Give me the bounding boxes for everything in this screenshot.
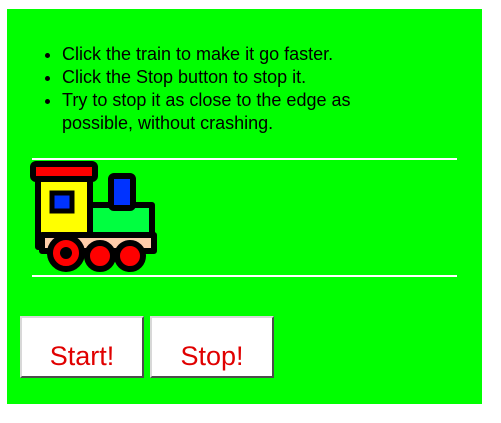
train-icon bbox=[30, 161, 157, 272]
start-button[interactable]: Start! bbox=[20, 316, 144, 378]
instructions-list: Click the train to make it go faster. Cl… bbox=[42, 43, 422, 135]
instruction-item: Click the train to make it go faster. bbox=[62, 43, 422, 66]
stop-button[interactable]: Stop! bbox=[150, 316, 274, 378]
instruction-item: Click the Stop button to stop it. bbox=[62, 66, 422, 89]
track-bottom-line bbox=[32, 275, 457, 277]
instruction-item: Try to stop it as close to the edge as p… bbox=[62, 89, 422, 135]
train[interactable] bbox=[30, 161, 158, 273]
track-top-line bbox=[32, 158, 457, 160]
